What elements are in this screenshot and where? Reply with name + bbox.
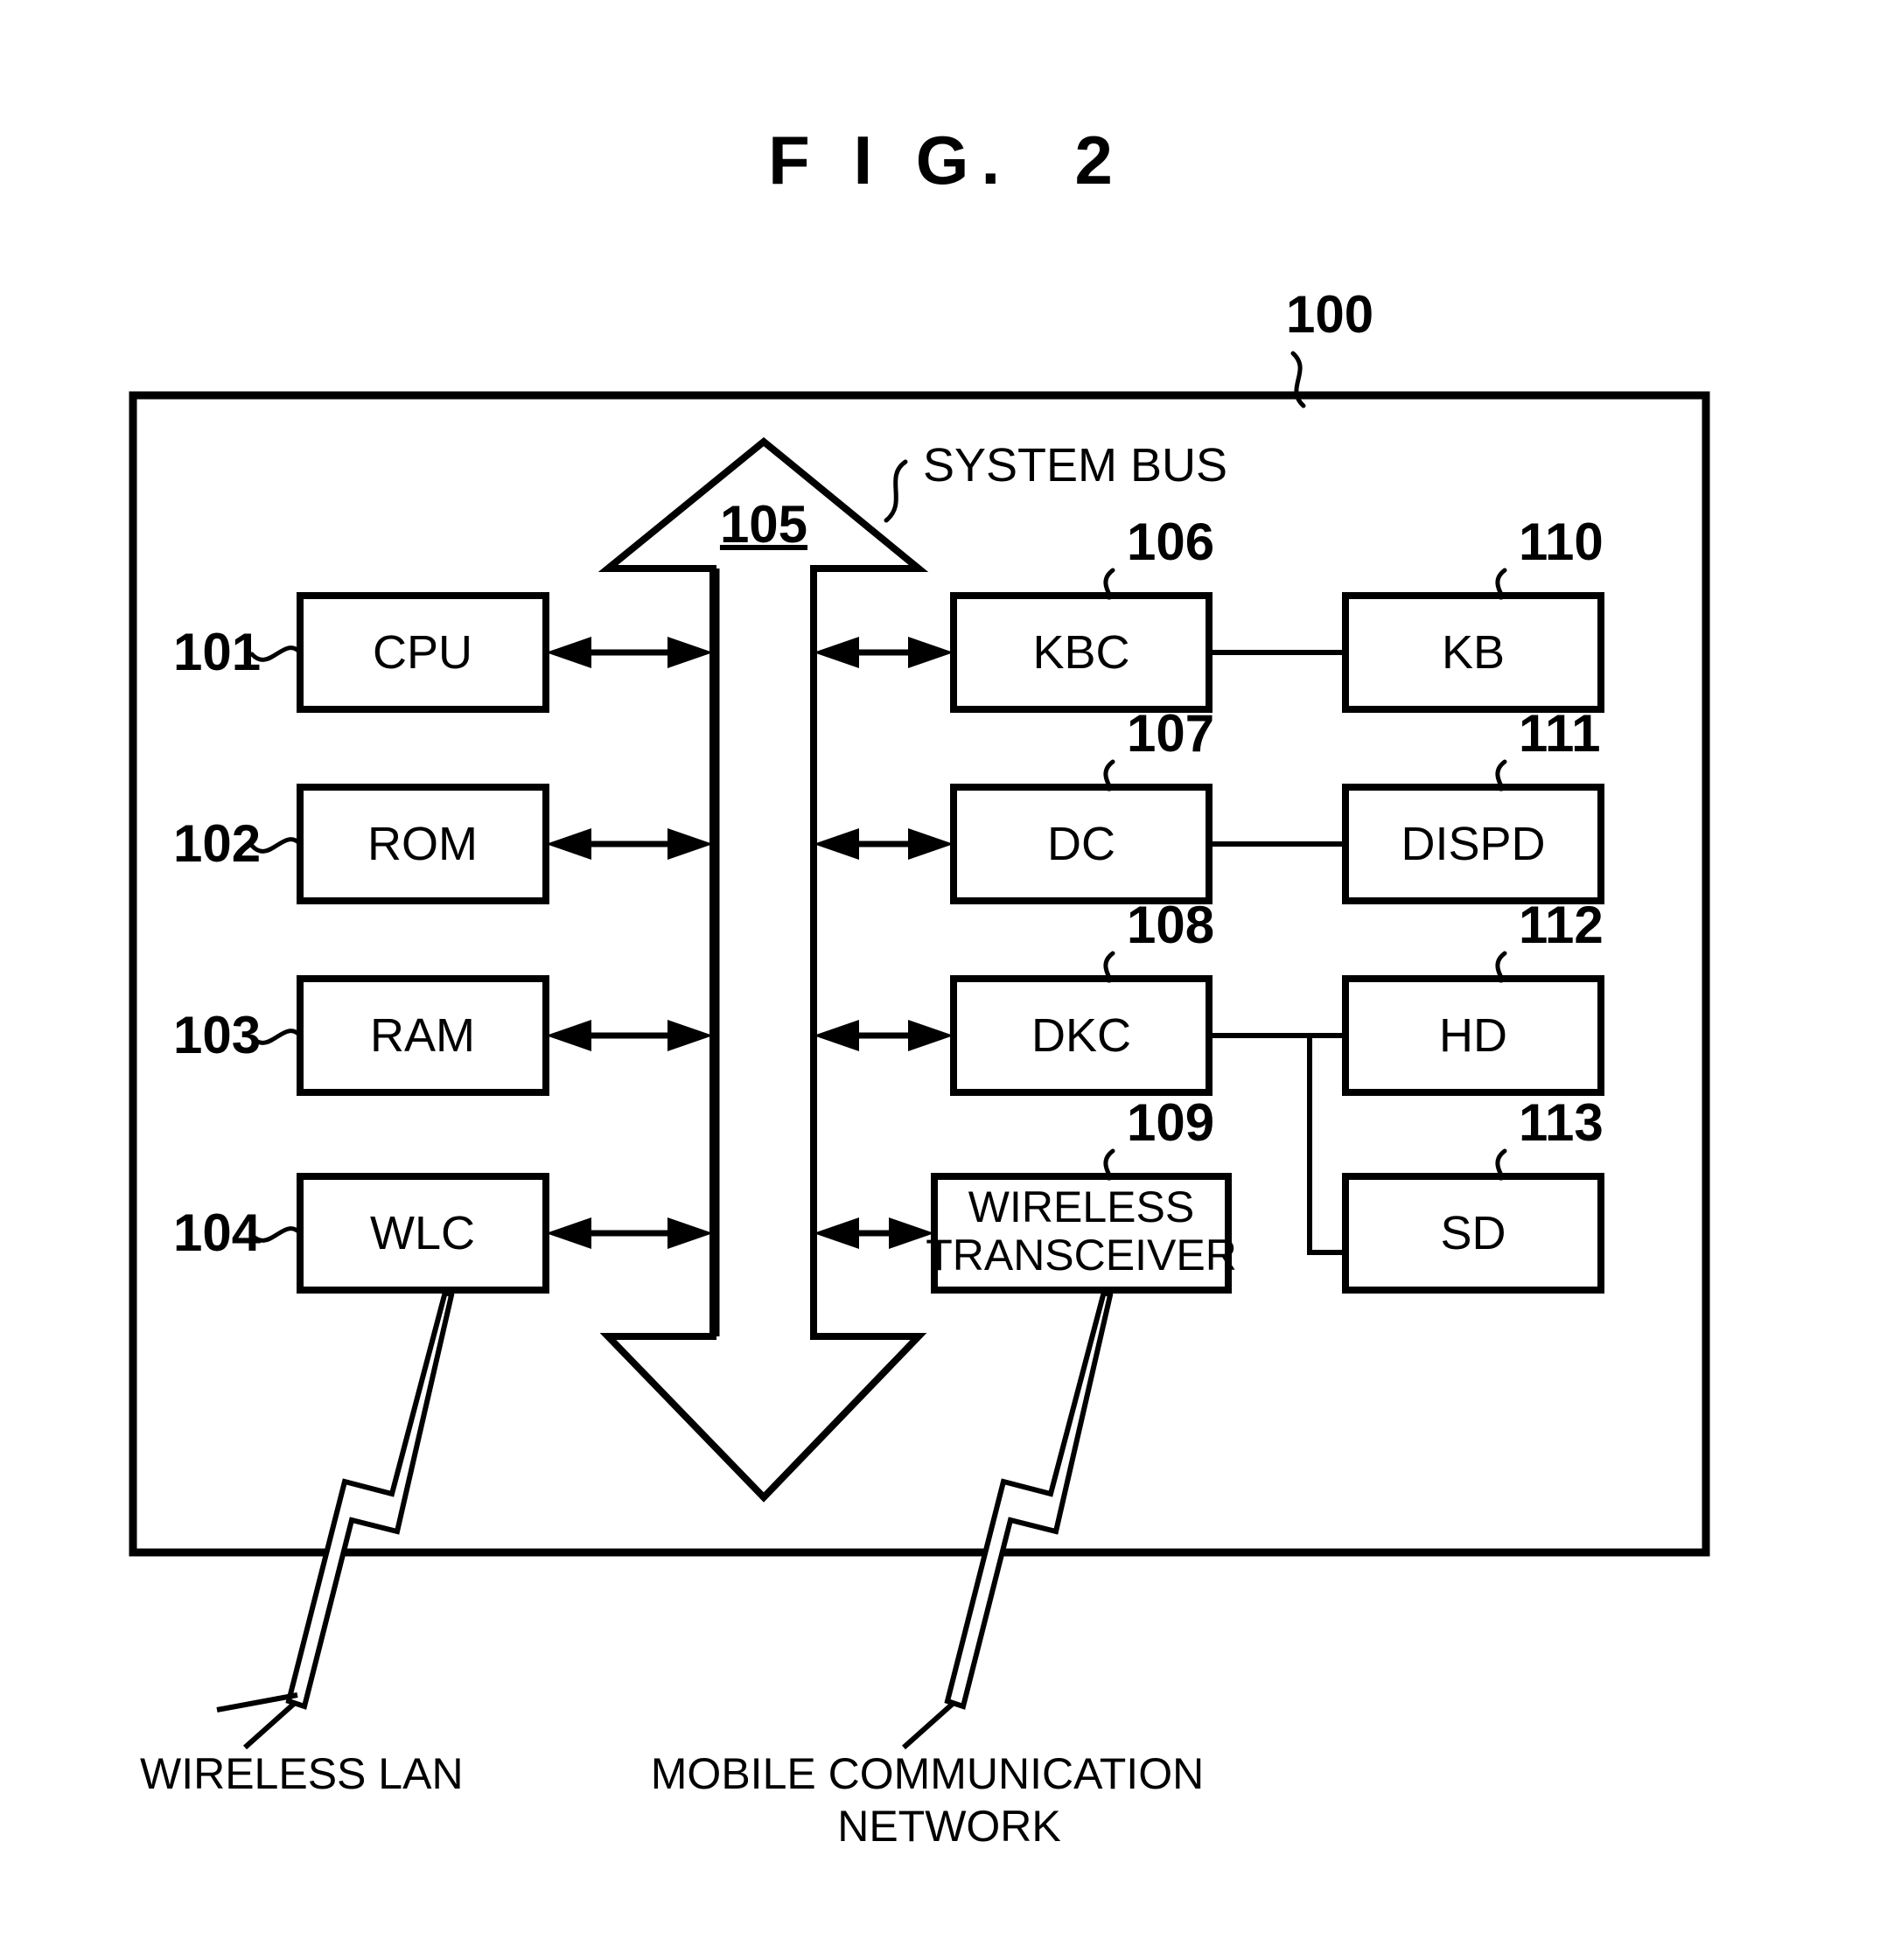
- arrow-cpu-head-left: [546, 637, 591, 668]
- block-sd-label: SD: [1440, 1207, 1506, 1259]
- block-kb-label: KB: [1442, 626, 1505, 679]
- arrow-wlc-head-left: [546, 1217, 591, 1249]
- block-wireless-transceiver-label-line1: WIRELESS: [968, 1182, 1194, 1231]
- arrow-dkc-head-left: [814, 1020, 859, 1051]
- lightning-bolt-wireless-lan: [285, 1287, 455, 1710]
- ref-label-106: 106: [1127, 513, 1214, 571]
- lightning-bolt-mobile-network: [944, 1287, 1114, 1710]
- network-label-wireless-lan: WIRELESS LAN: [140, 1749, 464, 1798]
- arrow-rom-head-right: [667, 828, 713, 860]
- arrow-ram-head-right: [667, 1020, 713, 1051]
- bolt1-tip-guide: [216, 1692, 298, 1712]
- wire-dkc-sd-branch: [1307, 1036, 1345, 1255]
- ref-label-103: 103: [173, 1006, 261, 1064]
- arrow-ram-head-left: [546, 1020, 591, 1051]
- arrow-dc-head-right: [908, 828, 954, 860]
- arrow-kbc-head-right: [908, 637, 954, 668]
- figure-canvas: F I G. 2 100 105 SYSTEM BUS CPU 101 ROM …: [129, 122, 1710, 1851]
- block-ram-label: RAM: [370, 1009, 475, 1062]
- arrow-kbc-head-left: [814, 637, 859, 668]
- ref-label-107: 107: [1127, 704, 1214, 763]
- ref-label-101: 101: [173, 623, 261, 681]
- ref-label-104: 104: [173, 1203, 262, 1262]
- ref-label-110: 110: [1519, 513, 1604, 571]
- block-dc-label: DC: [1047, 818, 1115, 870]
- figure-title: F I G. 2: [768, 122, 1125, 199]
- arrow-dc-head-left: [814, 828, 859, 860]
- ref-label-112: 112: [1519, 896, 1604, 954]
- ref-label-102: 102: [173, 814, 261, 873]
- arrow-dkc-head-right: [908, 1020, 954, 1051]
- network-label-mobile-line1: MOBILE COMMUNICATION: [651, 1749, 1204, 1798]
- block-dkc-label: DKC: [1031, 1009, 1131, 1062]
- bolt1-tail: [243, 1701, 296, 1750]
- ref-label-105: 105: [720, 495, 807, 554]
- ref-label-109: 109: [1127, 1093, 1214, 1152]
- block-cpu-label: CPU: [373, 626, 472, 679]
- bolt2-tail: [902, 1701, 954, 1750]
- block-wlc-label: WLC: [370, 1207, 475, 1259]
- arrow-cpu-head-right: [667, 637, 713, 668]
- block-kbc-label: KBC: [1032, 626, 1129, 679]
- block-dispd-label: DISPD: [1401, 818, 1545, 870]
- ref-label-108: 108: [1127, 896, 1214, 954]
- ref-label-100: 100: [1286, 285, 1373, 344]
- arrow-wlc-head-right: [667, 1217, 713, 1249]
- block-rom-label: ROM: [367, 818, 478, 870]
- system-bus-label: SYSTEM BUS: [923, 439, 1227, 492]
- leader-line-105: [884, 459, 908, 523]
- arrow-transceiver-head-left: [814, 1217, 859, 1249]
- ref-label-113: 113: [1519, 1093, 1604, 1152]
- block-wireless-transceiver-label-line2: TRANSCEIVER: [926, 1231, 1237, 1280]
- system-bus-inner-gap: [716, 572, 810, 1333]
- figure-page: F I G. 2 100 105 SYSTEM BUS CPU 101 ROM …: [0, 0, 1894, 1960]
- block-hd-label: HD: [1439, 1009, 1507, 1062]
- network-label-mobile-line2: NETWORK: [837, 1802, 1061, 1851]
- arrow-rom-head-left: [546, 828, 591, 860]
- ref-label-111: 111: [1519, 704, 1601, 763]
